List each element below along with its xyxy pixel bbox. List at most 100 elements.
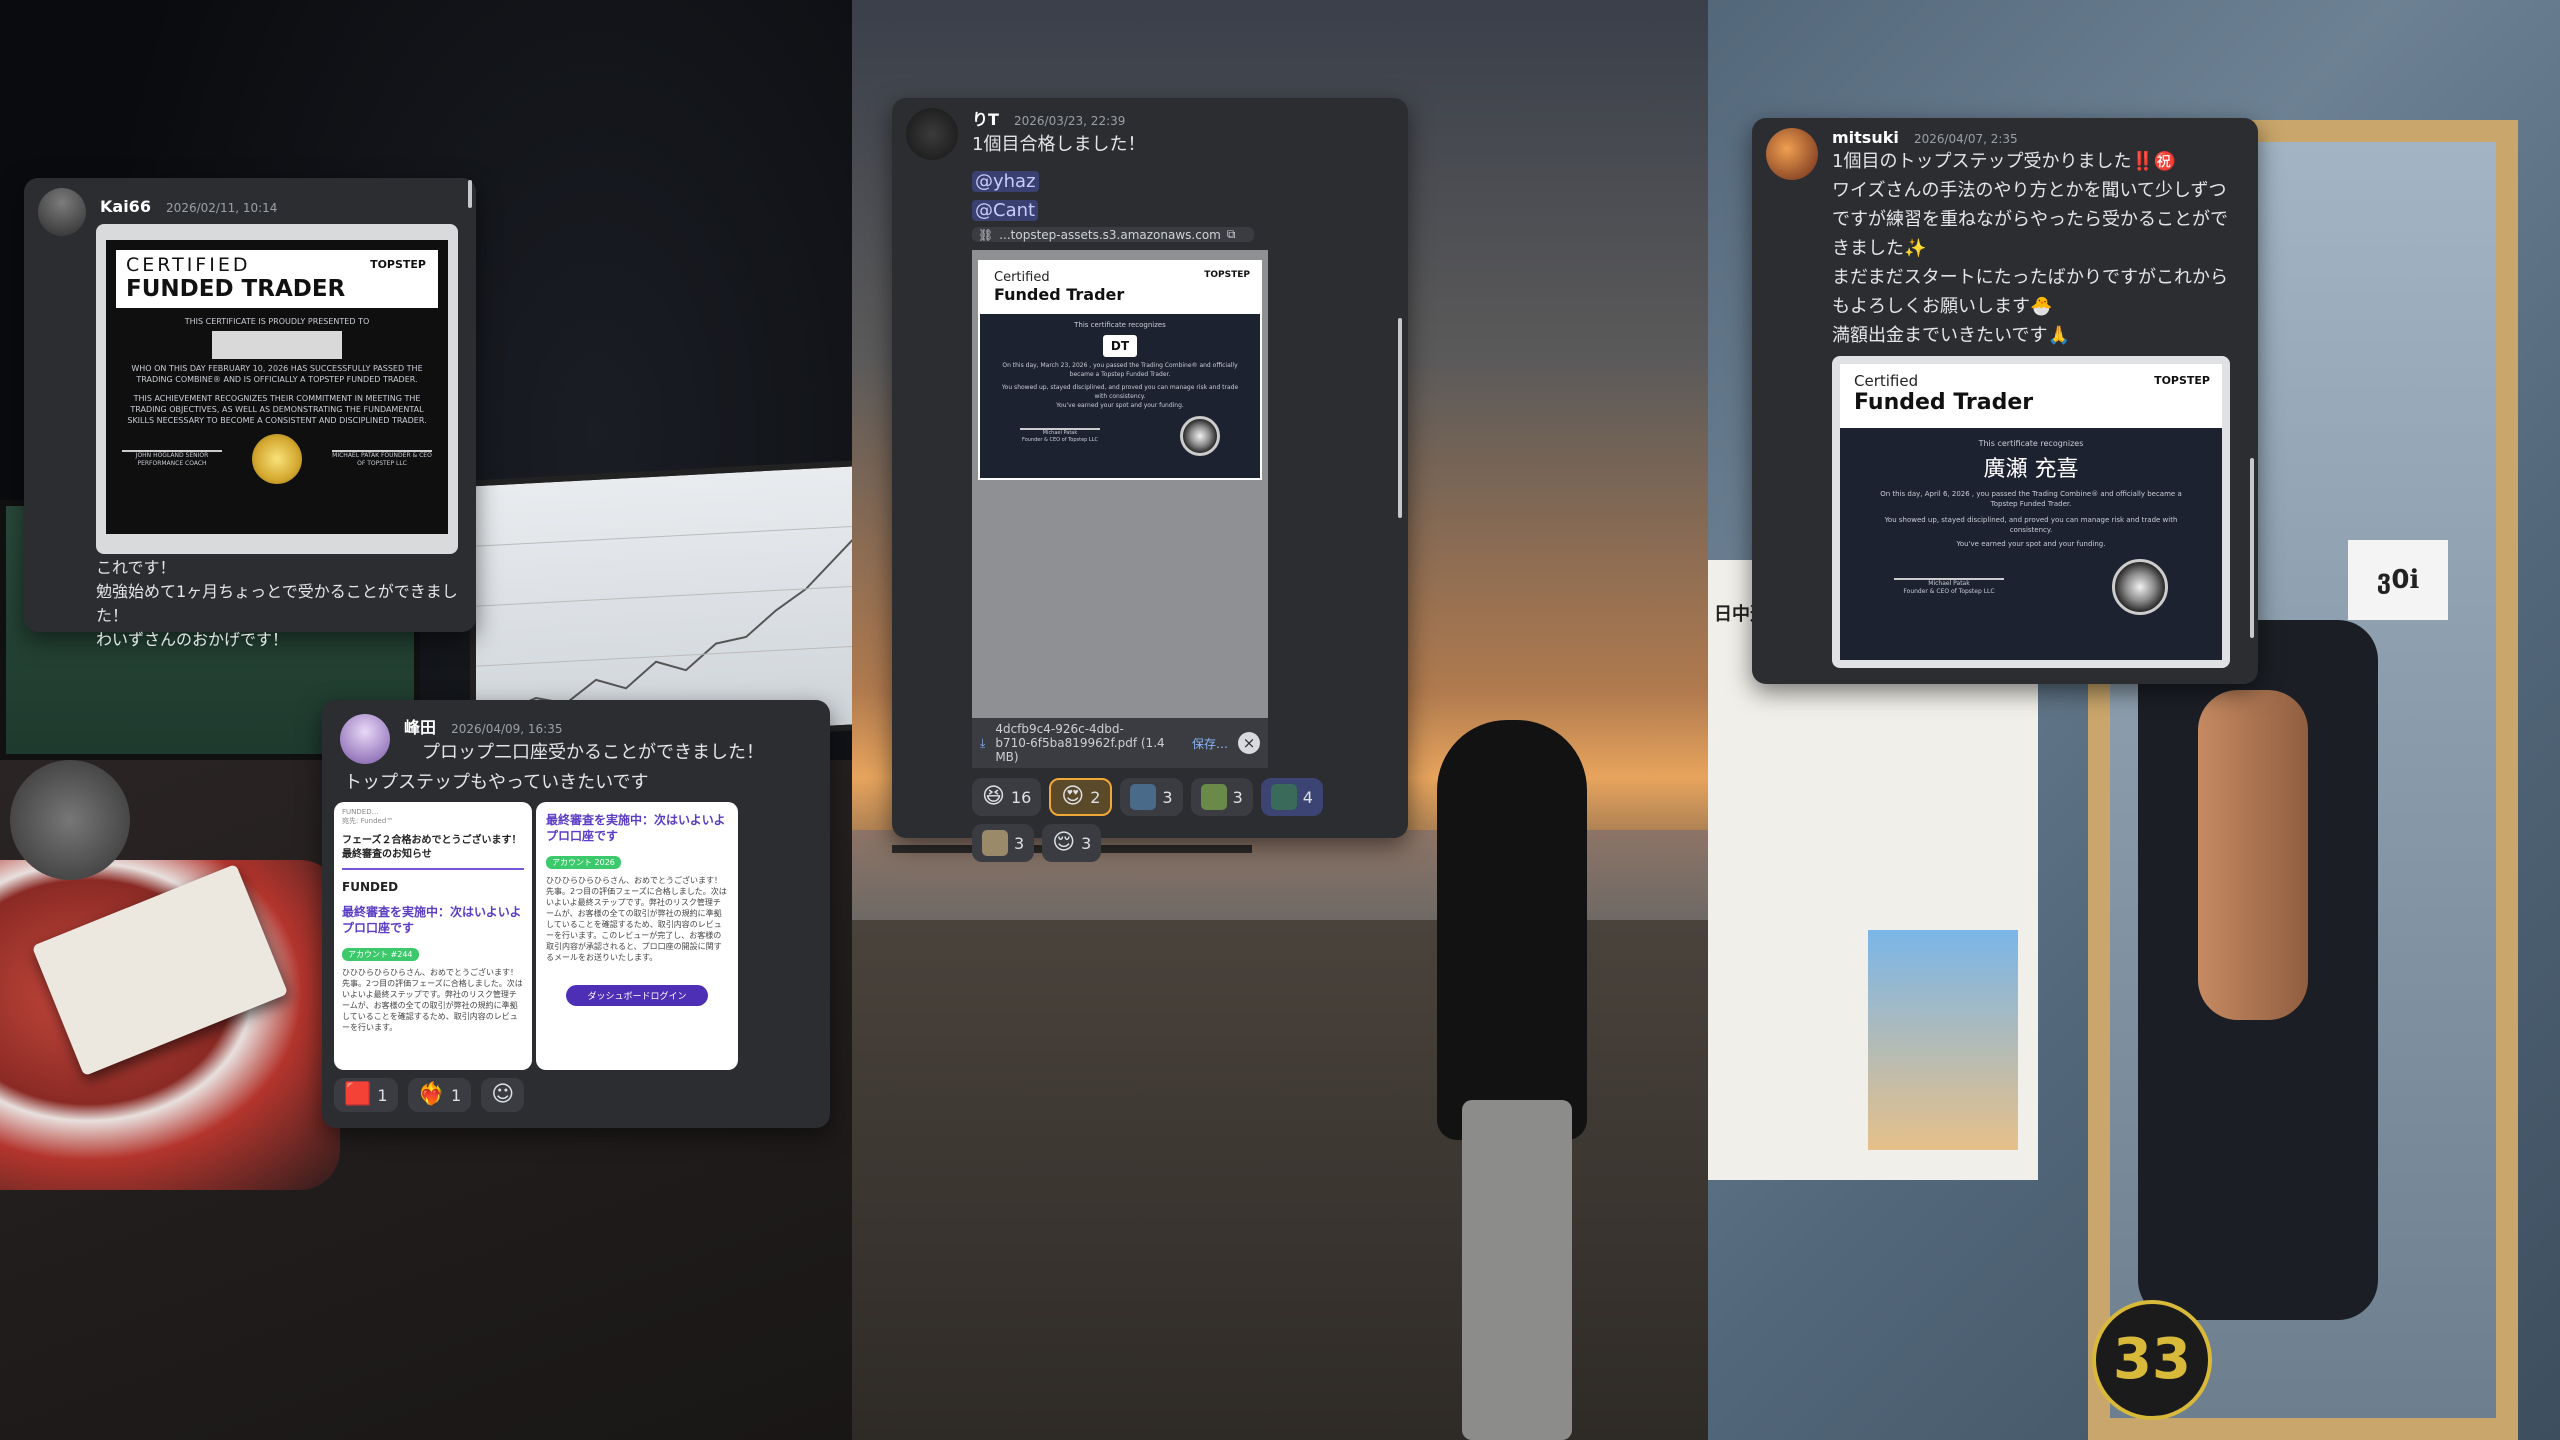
reaction-avatar-4[interactable]: 3 xyxy=(972,824,1035,862)
cert-brand: TOPSTEP xyxy=(1204,270,1250,280)
mention-yhaz[interactable]: @yhaz xyxy=(972,171,1039,192)
reaction-grinning[interactable]: 😆 16 xyxy=(972,778,1042,816)
email-to: 宛先: Funded™ xyxy=(342,817,394,825)
sig-left-label: JOHN HOGLAND SENIOR PERFORMANCE COACH xyxy=(135,452,209,467)
mention-cant[interactable]: @Cant xyxy=(972,200,1039,221)
sig-right-label: MICHAEL PATAK FOUNDER & CEO OF TOPSTEP L… xyxy=(332,452,432,467)
avatar[interactable] xyxy=(340,714,390,764)
reaction-count: 3 xyxy=(1232,787,1243,807)
line: もよろしくお願いします🐣 xyxy=(1832,296,2053,317)
cert-body2: You showed up, stayed disciplined, and p… xyxy=(1001,384,1239,400)
avatar[interactable] xyxy=(1766,128,1818,180)
close-icon[interactable]: × xyxy=(1238,732,1260,754)
reaction-count: 1 xyxy=(451,1085,462,1105)
person-arm xyxy=(2198,690,2308,1020)
person-silhouette xyxy=(1437,720,1587,1140)
username[interactable]: 峰田 xyxy=(404,718,436,737)
attachment-screenshot-2[interactable]: 最終審査を実施中：次はいよいよプロ口座です アカウント 2026 ひひひらひらひ… xyxy=(536,802,738,1070)
pdf-preview[interactable]: Certified Funded Trader TOPSTEP This cer… xyxy=(972,250,1268,722)
add-reaction-icon: ☺ xyxy=(491,1082,515,1107)
reaction-count: 1 xyxy=(377,1085,388,1105)
reaction-relieved[interactable]: 😌 3 xyxy=(1042,824,1102,862)
file-name-1: 4dcfb9c4-926c-4dbd- xyxy=(995,722,1124,736)
line: 満額出金までいきたいです🙏 xyxy=(1832,325,2070,346)
funded-logo: FUNDED xyxy=(342,880,399,894)
cert-body3: You've earned your spot and your funding… xyxy=(1956,540,2106,548)
reaction-count: 4 xyxy=(1302,787,1313,807)
yarn-ball xyxy=(10,760,130,880)
cert-big-title: Funded Trader xyxy=(1854,390,2034,415)
certificate-image[interactable]: CERTIFIED FUNDED TRADER TOPSTEP THIS CER… xyxy=(96,224,458,554)
link-icon: ⛓ xyxy=(978,227,994,242)
initials-badge: DT xyxy=(1103,335,1137,357)
line: た！ xyxy=(96,606,129,625)
username[interactable]: りT xyxy=(972,110,999,129)
line: 1個目のトップステップ受かりました‼️㊗️ xyxy=(1832,151,2177,172)
avatar-reaction-icon xyxy=(982,830,1008,856)
line: 勉強始めて1ヶ月ちょっとで受かることができまし xyxy=(96,582,458,601)
middle-panel-beach-photo: りT 2026/03/23, 22:39 1個目合格しました！ @yhaz @C… xyxy=(852,0,1708,1440)
line: ワイズさんの手法のやり方とかを聞いて少しずつ xyxy=(1832,180,2227,201)
message-card-rit: りT 2026/03/23, 22:39 1個目合格しました！ @yhaz @C… xyxy=(892,98,1408,862)
reaction-bar: 😆 16 😍 2 3 3 4 3 😌 3 xyxy=(972,778,1392,862)
reaction-bar: 🟥 1 ❤️‍🔥 1 ☺ xyxy=(334,1078,812,1112)
reaction-avatar-2[interactable]: 3 xyxy=(1190,778,1253,816)
reaction-avatar-3[interactable]: 4 xyxy=(1260,778,1323,816)
signer-name: Michael Patak xyxy=(1928,580,1970,587)
save-button[interactable]: 保存… xyxy=(1192,735,1228,752)
heart-eyes-face-icon: 😍 xyxy=(1061,784,1085,809)
certificate-image[interactable]: Certified Funded Trader TOPSTEP This cer… xyxy=(1832,356,2230,668)
file-name-2: b710-6f5ba819962f.pdf (1.4 MB) xyxy=(995,736,1165,764)
avatar[interactable] xyxy=(906,108,958,160)
line: これです！ xyxy=(96,558,176,577)
avatar[interactable] xyxy=(38,188,86,236)
attachment-bar: ⤓ 4dcfb9c4-926c-4dbd- b710-6f5ba819962f.… xyxy=(972,718,1268,768)
download-icon[interactable]: ⤓ xyxy=(980,736,985,751)
line: トップステップもやっていきたいです xyxy=(344,772,649,793)
cert-recognizes: This certificate recognizes xyxy=(1978,439,2084,448)
cert-brand: TOPSTEP xyxy=(2154,374,2210,387)
account-badge: アカウント 2026 xyxy=(546,856,621,869)
message-text: 1個目合格しました！ xyxy=(972,134,1146,155)
heart-on-fire-icon: ❤️‍🔥 xyxy=(417,1082,445,1107)
username[interactable]: mitsuki xyxy=(1832,128,1899,147)
scrollbar[interactable] xyxy=(468,180,472,208)
reaction-heart-on-fire[interactable]: ❤️‍🔥 1 xyxy=(407,1078,472,1112)
reaction-red-heart[interactable]: 🟥 1 xyxy=(334,1078,398,1112)
add-reaction-button[interactable]: ☺ xyxy=(481,1078,525,1112)
reaction-heart-eyes[interactable]: 😍 2 xyxy=(1049,778,1113,816)
reaction-avatar-1[interactable]: 3 xyxy=(1120,778,1183,816)
email-body: ひひひらひらひらさん、おめでとうございます！先事。2つ目の評価フェーズに合格しま… xyxy=(546,876,727,962)
topstep-seal-icon xyxy=(2112,559,2168,615)
scrollbar[interactable] xyxy=(1398,318,1402,518)
gold-seal-icon xyxy=(252,434,302,484)
link-text: ...topstep-assets.s3.amazonaws.com xyxy=(999,227,1221,242)
avatar-reaction-icon xyxy=(1130,784,1157,810)
link-preview[interactable]: ⛓ ...topstep-assets.s3.amazonaws.com ⧉ xyxy=(972,227,1254,242)
cert-body: On this day, March 23, 2026 , you passed… xyxy=(1002,362,1238,378)
cert-brand: TOPSTEP xyxy=(370,258,426,271)
attachment-screenshot-1[interactable]: FUNDED… 宛先: Funded™ フェーズ２合格おめでとうございます！最終… xyxy=(334,802,532,1070)
cert-body: WHO ON THIS DAY FEBRUARY 10, 2026 HAS SU… xyxy=(131,364,423,384)
scrollbar[interactable] xyxy=(2250,458,2254,638)
beach-photo-print xyxy=(1868,930,2018,1150)
cert-body: On this day, April 6, 2026 , you passed … xyxy=(1880,490,2182,508)
recipient-name: 廣瀬 充喜 xyxy=(1983,457,2079,482)
line: プロップ二口座受かることができました！ xyxy=(422,742,764,763)
reaction-count: 2 xyxy=(1090,787,1101,807)
username[interactable]: Kai66 xyxy=(100,197,151,216)
message-text: プロップ二口座受かることができました！ xyxy=(422,738,812,768)
cert-presented: THIS CERTIFICATE IS PROUDLY PRESENTED TO xyxy=(184,317,370,326)
reaction-count: 3 xyxy=(1014,833,1025,853)
signer-title: Founder & CEO of Topstep LLC xyxy=(1022,437,1098,443)
email-heading: 最終審査を実施中：次はいよいよプロ口座です xyxy=(546,813,726,843)
reaction-count: 3 xyxy=(1162,787,1173,807)
email-body: ひひひらひらひらさん、おめでとうございます！先事。2つ目の評価フェーズに合格しま… xyxy=(342,968,523,1032)
email-subject: フェーズ２合格おめでとうございます！最終審査のお知らせ xyxy=(342,834,524,870)
message-text: 1個目のトップステップ受かりました‼️㊗️ ワイズさんの手法のやり方とかを聞いて… xyxy=(1832,147,2230,350)
dashboard-login-button[interactable]: ダッシュボードログイン xyxy=(566,985,708,1006)
relieved-face-icon: 😌 xyxy=(1052,830,1076,855)
account-badge: アカウント #244 xyxy=(342,948,419,961)
avatar-reaction-icon xyxy=(1200,784,1227,810)
cert-body2: THIS ACHIEVEMENT RECOGNIZES THEIR COMMIT… xyxy=(127,394,427,425)
